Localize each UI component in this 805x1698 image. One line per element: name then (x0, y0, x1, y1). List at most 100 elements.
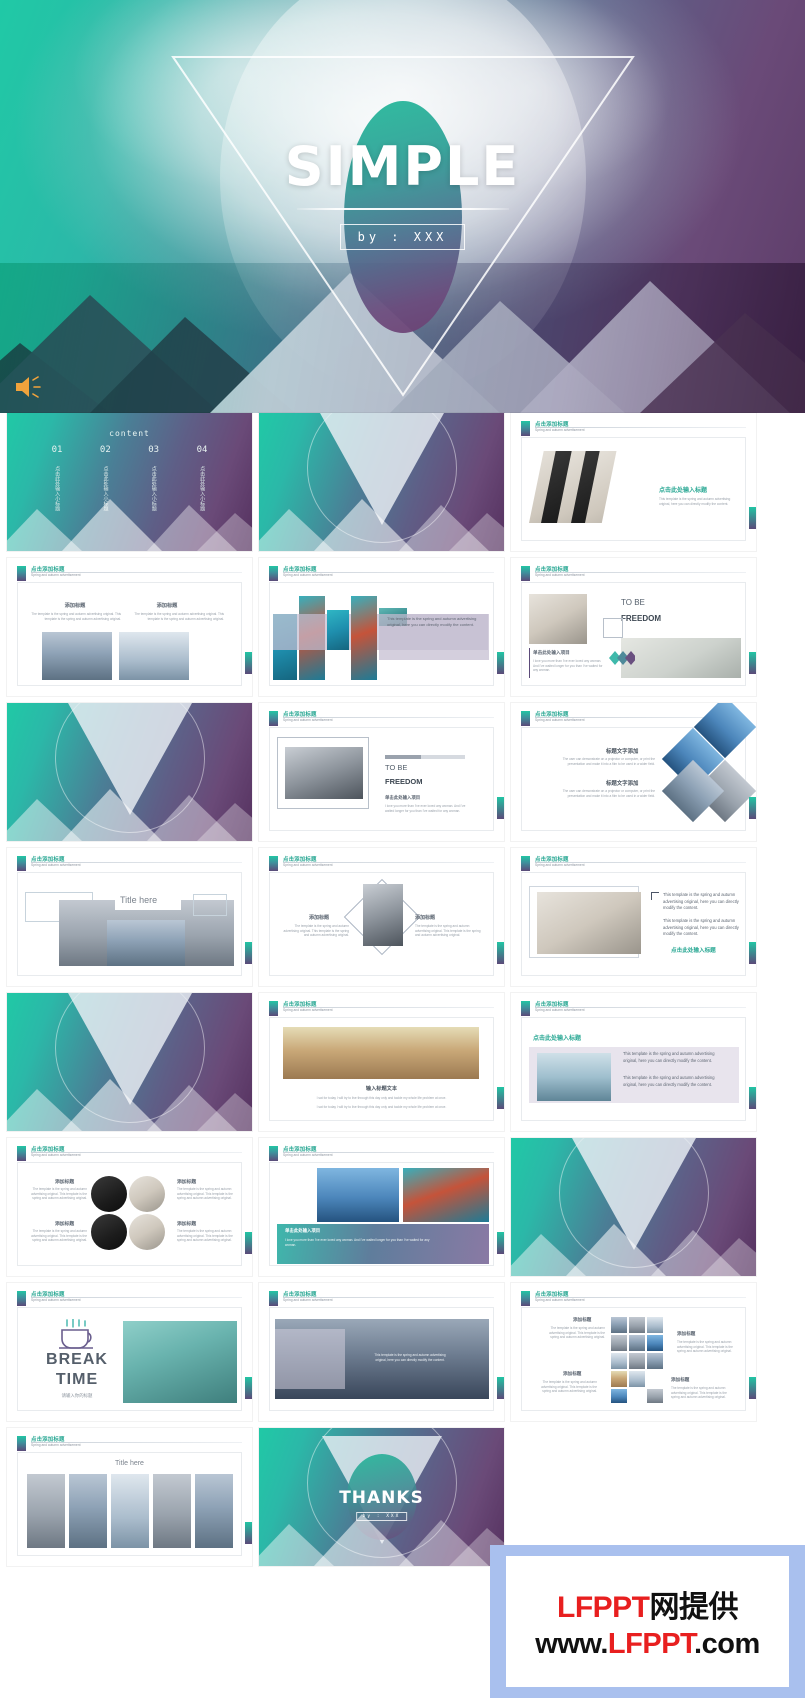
cover-text-block: SIMPLE by : XXX (0, 0, 805, 413)
slide-thumbnail[interactable] (7, 703, 252, 841)
content-photo (629, 1317, 645, 1333)
slide-thumbnail[interactable]: 点击添加标题 Spring and autumn advertisement 添… (7, 558, 252, 696)
thumbnail-row: content 01 点击此处输入小标题 02 点击此处输入小标题 03 点击此… (0, 413, 805, 558)
slide-thumbnail[interactable]: 点击添加标题 Spring and autumn advertisement 点… (511, 993, 756, 1131)
slide-subtitle: Spring and autumn advertisement (535, 573, 585, 577)
content-heading: 点击此处输入标题 (671, 948, 716, 954)
content-body: This template is the spring and autumn a… (663, 892, 739, 911)
content-heading: 添加标题 (55, 1222, 75, 1227)
accent-chip (497, 1232, 504, 1254)
content-photo (107, 920, 185, 966)
content-body: The template is the spring and autumn ad… (677, 1340, 733, 1354)
slide-thumbnail[interactable]: 点击添加标题 Spring and autumn advertisement 添… (259, 848, 504, 986)
slide-thumbnail[interactable]: 点击添加标题 Spring and autumn advertisement T… (511, 558, 756, 696)
slide-thumbnail[interactable]: content 01 点击此处输入小标题 02 点击此处输入小标题 03 点击此… (7, 413, 252, 551)
slide-thumbnail[interactable]: 点击添加标题 Spring and autumn advertisement 标… (511, 703, 756, 841)
slide-thumbnail[interactable] (259, 413, 504, 551)
slide-thumbnail[interactable]: 点击添加标题 Spring and autumn advertisement 添… (7, 1138, 252, 1276)
slide-thumbnail[interactable]: 点击添加标题 Spring and autumn advertisement T… (511, 848, 756, 986)
content-photo (537, 892, 641, 954)
content-heading: 添加标题 (573, 1317, 592, 1322)
content-body: The template is the spring and autumn ad… (31, 1229, 87, 1243)
accent-chip (245, 942, 252, 964)
mountain-range (511, 1216, 756, 1276)
slide-title: 点击添加标题 (535, 857, 569, 863)
watermark-brand: LFPPT (557, 1591, 650, 1624)
content-heading: 添加标题 (677, 1331, 696, 1336)
content-photo (621, 638, 741, 678)
toc-number: 03 (148, 445, 160, 455)
speaker-icon[interactable] (14, 375, 44, 399)
slide-title: 点击添加标题 (31, 1292, 65, 1298)
slide-thumbnail[interactable]: 点击添加标题 Spring and autumn advertisement 单… (259, 1138, 504, 1276)
to-be-label: TO BE (621, 598, 645, 607)
slide-title: 点击添加标题 (283, 712, 317, 718)
accent-chip (245, 1377, 252, 1399)
watermark-banner: LFPPT网提供 www.LFPPT.com (490, 1545, 805, 1698)
slide-thumbnail[interactable]: 点击添加标题 Spring and autumn advertisement T… (259, 558, 504, 696)
slide-thumbnail[interactable]: 点击添加标题 Spring and autumn advertisement T… (259, 703, 504, 841)
slide-thumbnail[interactable]: 点击添加标题 Spring and autumn advertisement 添… (511, 1283, 756, 1421)
cover-slide: SIMPLE by : XXX (0, 0, 805, 413)
content-body: The template is the spring and autumn ad… (549, 1326, 605, 1340)
header-tab (269, 1291, 278, 1306)
mountain-range (7, 1071, 252, 1131)
slide-thumbnail[interactable]: 点击添加标题 Spring and autumn advertisement T… (7, 848, 252, 986)
content-body: I love you more than I've ever loved any… (385, 804, 466, 813)
content-photo (611, 1389, 627, 1403)
content-heading: 标题文字添加 (606, 749, 639, 755)
slide-thumbnail[interactable]: 点击添加标题 Spring and autumn advertisement T… (7, 1428, 252, 1566)
content-heading: 添加标题 (55, 1180, 75, 1185)
accent-chip (497, 942, 504, 964)
break-label-1: BREAK (46, 1351, 108, 1368)
slide-subtitle: Spring and autumn advertisement (283, 863, 333, 867)
content-body: I love you more than I've ever loved any… (533, 659, 603, 673)
slide-subtitle: Spring and autumn advertisement (31, 1153, 81, 1157)
watermark-url-suffix: .com (694, 1628, 760, 1660)
to-be-label: TO BE (385, 763, 408, 772)
header-tab (269, 856, 278, 871)
slide-title: 点击添加标题 (283, 857, 317, 863)
accent-chip (749, 1087, 756, 1109)
accent-chip (245, 1522, 252, 1544)
header-tab (17, 566, 26, 581)
slide-subtitle: Spring and autumn advertisement (283, 1008, 333, 1012)
decor-box (193, 894, 227, 916)
slide-title: 点击添加标题 (535, 1292, 569, 1298)
thanks-title: THANKS (339, 1488, 424, 1508)
content-photo (403, 1168, 489, 1222)
header-tab (521, 421, 530, 436)
byline-badge: by : XXX (339, 224, 466, 250)
content-heading: 添加标题 (177, 1222, 197, 1227)
watermark-inner: LFPPT网提供 www.LFPPT.com (506, 1556, 789, 1687)
page-title: SIMPLE (284, 135, 521, 198)
content-photo (27, 1474, 65, 1548)
content-body: This template is the spring and autumn a… (663, 918, 739, 937)
slide-thumbnail[interactable]: 点击添加标题 Spring and autumn advertisement T… (259, 1283, 504, 1421)
content-photo (629, 1335, 645, 1351)
accent-chip (497, 797, 504, 819)
content-photo (647, 1335, 663, 1351)
content-body: This template is the spring and autumn a… (387, 616, 477, 628)
content-body: The template is the spring and autumn ad… (177, 1187, 233, 1201)
content-body: The template is the spring and autumn ad… (283, 924, 350, 938)
content-heading: 添加标题 (415, 915, 436, 921)
slide-thumbnail[interactable]: THANKS by : XXX (259, 1428, 504, 1566)
header-tab (269, 711, 278, 726)
content-photo (629, 1371, 645, 1387)
header-tab (521, 856, 530, 871)
slide-thumbnail[interactable] (511, 1138, 756, 1276)
slide-thumbnail[interactable] (7, 993, 252, 1131)
content-photo (153, 1474, 191, 1548)
slide-thumbnail[interactable]: 点击添加标题 Spring and autumn advertisement 点… (511, 413, 756, 551)
slide-subtitle: Spring and autumn advertisement (31, 573, 81, 577)
content-body: The template is the spring and autumn ad… (415, 924, 481, 938)
content-body: The user can demonstrate on a projector … (562, 757, 655, 766)
slide-thumbnail[interactable]: 点击添加标题 Spring and autumn advertisement 输… (259, 993, 504, 1131)
toc-label: content (109, 429, 150, 438)
content-photo (363, 884, 403, 946)
slide-thumbnail[interactable]: 点击添加标题 Spring and autumn advertisement B… (7, 1283, 252, 1421)
content-body: The template is the spring and autumn ad… (31, 1187, 87, 1201)
header-tab (521, 1001, 530, 1016)
freedom-label: FREEDOM (621, 614, 661, 623)
